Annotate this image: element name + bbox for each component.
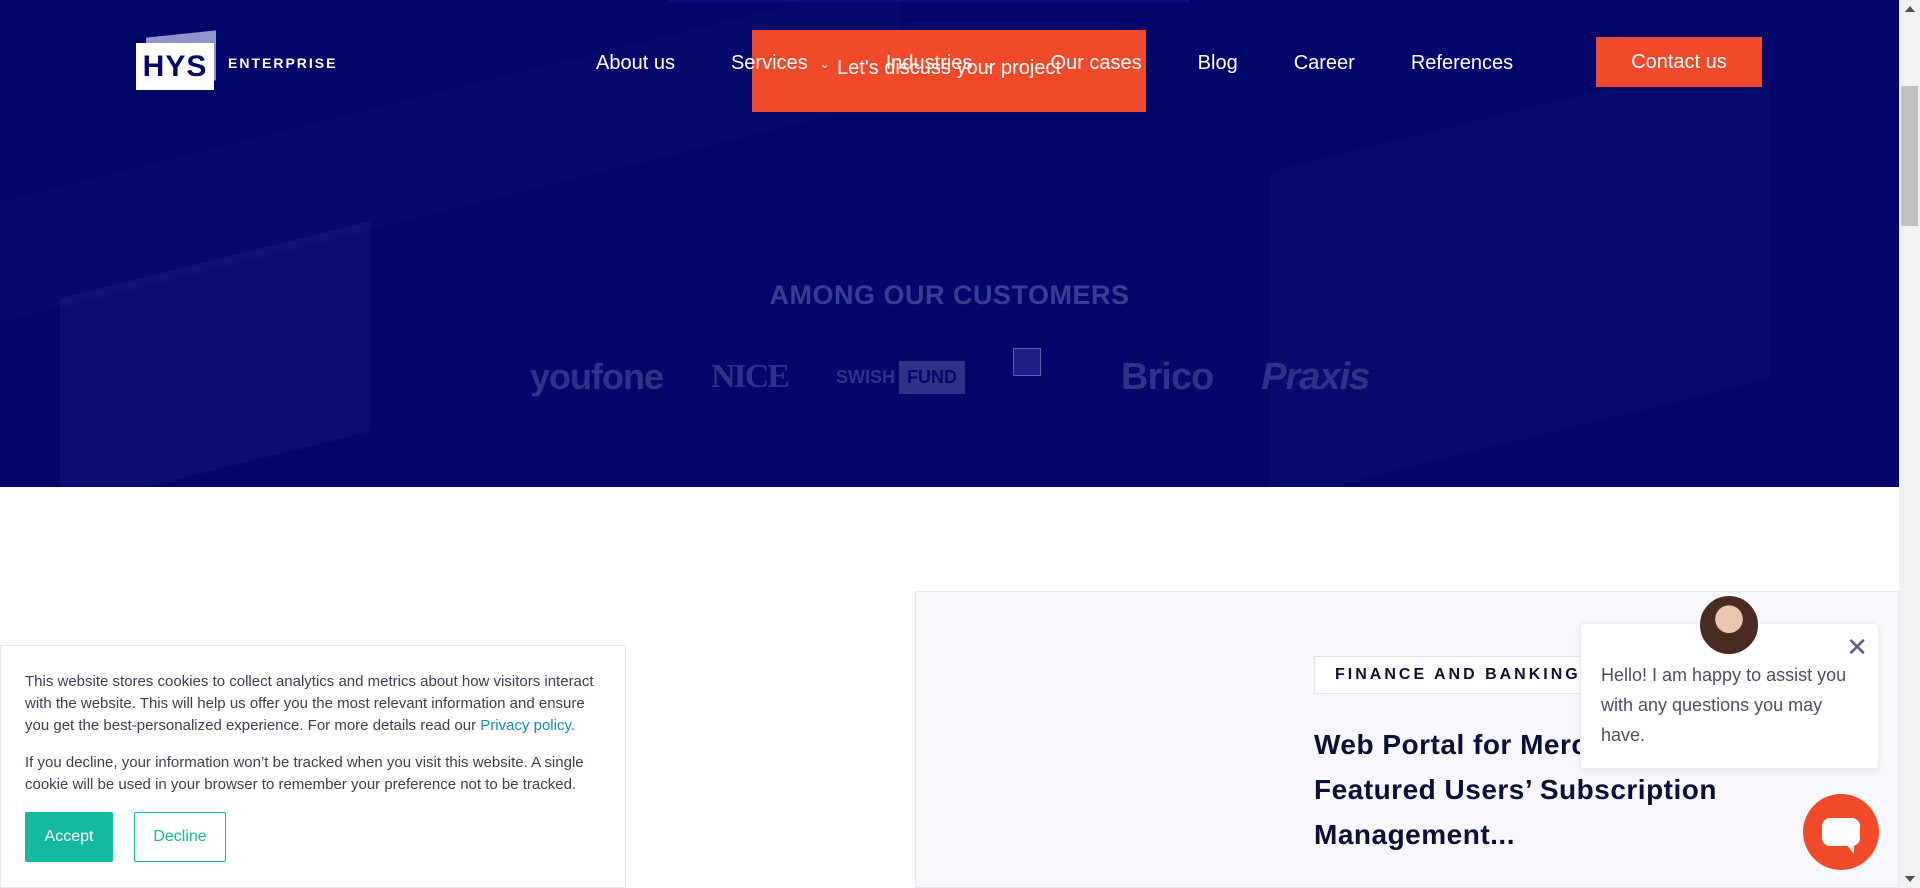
accept-cookies-button[interactable]: Accept xyxy=(25,812,113,862)
fund-text: FUND xyxy=(899,360,966,394)
chat-agent-avatar xyxy=(1698,594,1760,656)
customer-logo-nice: NICE xyxy=(711,358,790,395)
chat-greeting-message: Hello! I am happy to assist you with any… xyxy=(1601,665,1847,745)
contact-us-button[interactable]: Contact us xyxy=(1596,37,1762,87)
nav-label: Career xyxy=(1293,52,1355,74)
logo-subtitle: ENTERPRISE xyxy=(228,55,338,71)
chat-bubble-icon xyxy=(1822,818,1860,854)
cookie-text: This website stores cookies to collect a… xyxy=(25,671,605,737)
nav-blog[interactable]: Blog xyxy=(1198,52,1238,75)
nav-label: Industries xyxy=(885,52,973,74)
nav-label: References xyxy=(1410,52,1514,74)
chevron-down-icon: ⌄ xyxy=(984,56,995,71)
nav-our-cases[interactable]: Our cases xyxy=(1051,52,1142,75)
customer-logo-youfone: youfone xyxy=(530,356,664,397)
close-icon[interactable]: ✕ xyxy=(1846,634,1868,660)
nav-label: About us xyxy=(596,52,675,74)
cookie-decline-text: If you decline, your information won’t b… xyxy=(25,754,584,793)
scrollbar-thumb[interactable] xyxy=(1901,86,1918,226)
logo-mark-text: HYS xyxy=(136,43,214,90)
hero-section: Let's discuss your project HYS ENTERPRIS… xyxy=(0,0,1899,487)
nav-references[interactable]: References xyxy=(1411,52,1513,75)
case-category-tag: FINANCE AND BANKING xyxy=(1314,656,1602,694)
chat-launcher-button[interactable] xyxy=(1803,794,1879,870)
customer-logo-swishfund: SWISH FUND xyxy=(836,360,966,394)
nav-industries[interactable]: Industries ⌄ xyxy=(886,52,995,75)
nav-label: Blog xyxy=(1197,52,1238,74)
main-navigation: About us Services ⌄ Industries ⌄ Our cases… xyxy=(596,37,1762,87)
swish-text: SWISH xyxy=(836,366,896,387)
customer-logo-brico: Brico xyxy=(1121,355,1214,398)
customer-logo-praxis: Praxis xyxy=(1261,355,1370,398)
privacy-policy-link[interactable]: Privacy policy. xyxy=(480,717,575,734)
nav-label: Services xyxy=(730,52,808,74)
broken-image-icon xyxy=(1013,348,1042,376)
nav-label: Our cases xyxy=(1050,52,1142,74)
site-logo[interactable]: HYS ENTERPRISE xyxy=(136,30,338,92)
nav-career[interactable]: Career xyxy=(1294,52,1355,75)
hero-decor-shape xyxy=(1270,48,1770,487)
hero-heading-fragment xyxy=(670,0,1190,2)
scroll-up-arrow-icon[interactable] xyxy=(1905,6,1915,12)
customer-logos: youfone NICE SWISH FUND Brico Praxis xyxy=(530,348,1417,402)
hys-logo-mark: HYS xyxy=(136,30,216,92)
customers-heading: AMONG OUR CUSTOMERS xyxy=(769,280,1130,310)
chevron-down-icon: ⌄ xyxy=(819,56,830,71)
cookie-consent-banner: This website stores cookies to collect a… xyxy=(0,645,626,888)
nav-services[interactable]: Services ⌄ xyxy=(731,52,830,75)
scroll-down-arrow-icon[interactable] xyxy=(1905,876,1915,882)
decline-cookies-button[interactable]: Decline xyxy=(134,812,226,862)
page-scrollbar[interactable] xyxy=(1899,0,1920,888)
nav-about-us[interactable]: About us xyxy=(596,52,675,75)
